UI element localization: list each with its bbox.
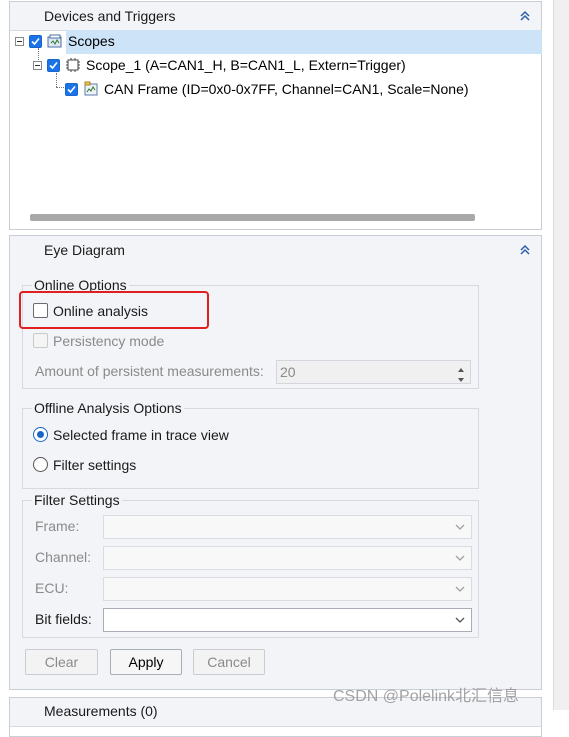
tree-label-scopes: Scopes [68,33,115,49]
offline-options-group [22,408,479,489]
collapse-icon[interactable] [519,10,531,22]
chevron-down-icon [455,586,465,592]
scopes-checkbox[interactable] [29,35,42,48]
measurements-panel-title: Measurements (0) [44,703,158,719]
channel-label: Channel: [35,549,92,565]
filter-settings-group-label: Filter Settings [32,492,122,508]
tree-label-scope1: Scope_1 (A=CAN1_H, B=CAN1_L, Extern=Trig… [86,57,406,73]
expand-collapse-toggle[interactable] [15,37,24,46]
channel-select[interactable] [103,546,472,570]
spinner-up-button[interactable] [454,362,468,372]
bit-fields-select[interactable] [103,608,472,632]
devices-triggers-panel: Devices and Triggers Scopes Scope_1 (A=C… [9,1,542,230]
clear-button[interactable]: Clear [25,649,98,675]
highlight-box [19,291,209,329]
devices-panel-title: Devices and Triggers [44,8,176,24]
can-frame-checkbox[interactable] [65,83,78,96]
tree-connector [56,73,57,87]
frame-select[interactable] [103,515,472,539]
scope-device-icon [66,58,80,72]
selected-frame-label[interactable]: Selected frame in trace view [53,427,229,443]
chevron-down-icon [455,555,465,561]
chevron-down-icon [455,524,465,530]
window-scrollbar[interactable] [553,0,569,710]
horizontal-scrollbar[interactable] [30,214,475,221]
persistent-measurements-spinner[interactable]: 20 [276,360,471,384]
frame-label: Frame: [35,518,80,534]
filter-settings-radio[interactable] [33,457,48,472]
scope1-checkbox[interactable] [47,59,60,72]
eye-diagram-panel: Eye Diagram Online Options Online analys… [9,235,542,690]
can-frame-icon [84,81,98,96]
persistent-measurements-label: Amount of persistent measurements: [35,363,264,379]
tree-connector [38,48,39,62]
persistency-mode-checkbox[interactable] [33,333,48,348]
cancel-button[interactable]: Cancel [193,649,265,675]
devices-panel-header[interactable]: Devices and Triggers [10,2,541,31]
selected-frame-radio[interactable] [33,427,48,442]
tree-row-scopes[interactable] [66,30,542,54]
tree-label-can-frame: CAN Frame (ID=0x0-0x7FF, Channel=CAN1, S… [104,81,469,97]
bit-fields-label: Bit fields: [35,611,92,627]
eye-panel-header[interactable]: Eye Diagram [10,236,541,265]
offline-options-label: Offline Analysis Options [32,400,184,416]
persistency-mode-label: Persistency mode [53,333,165,349]
filter-settings-label[interactable]: Filter settings [53,457,136,473]
scopes-folder-icon [47,34,62,48]
eye-panel-title: Eye Diagram [44,242,125,258]
ecu-label: ECU: [35,580,69,596]
watermark: CSDN @Polelink北汇信息 [333,688,520,705]
persistent-measurements-value: 20 [280,364,296,380]
apply-button[interactable]: Apply [110,649,182,675]
expand-collapse-toggle[interactable] [33,61,42,70]
ecu-select[interactable] [103,577,472,601]
spinner-down-button[interactable] [454,372,468,382]
chevron-down-icon [455,617,465,623]
collapse-icon[interactable] [519,244,531,256]
